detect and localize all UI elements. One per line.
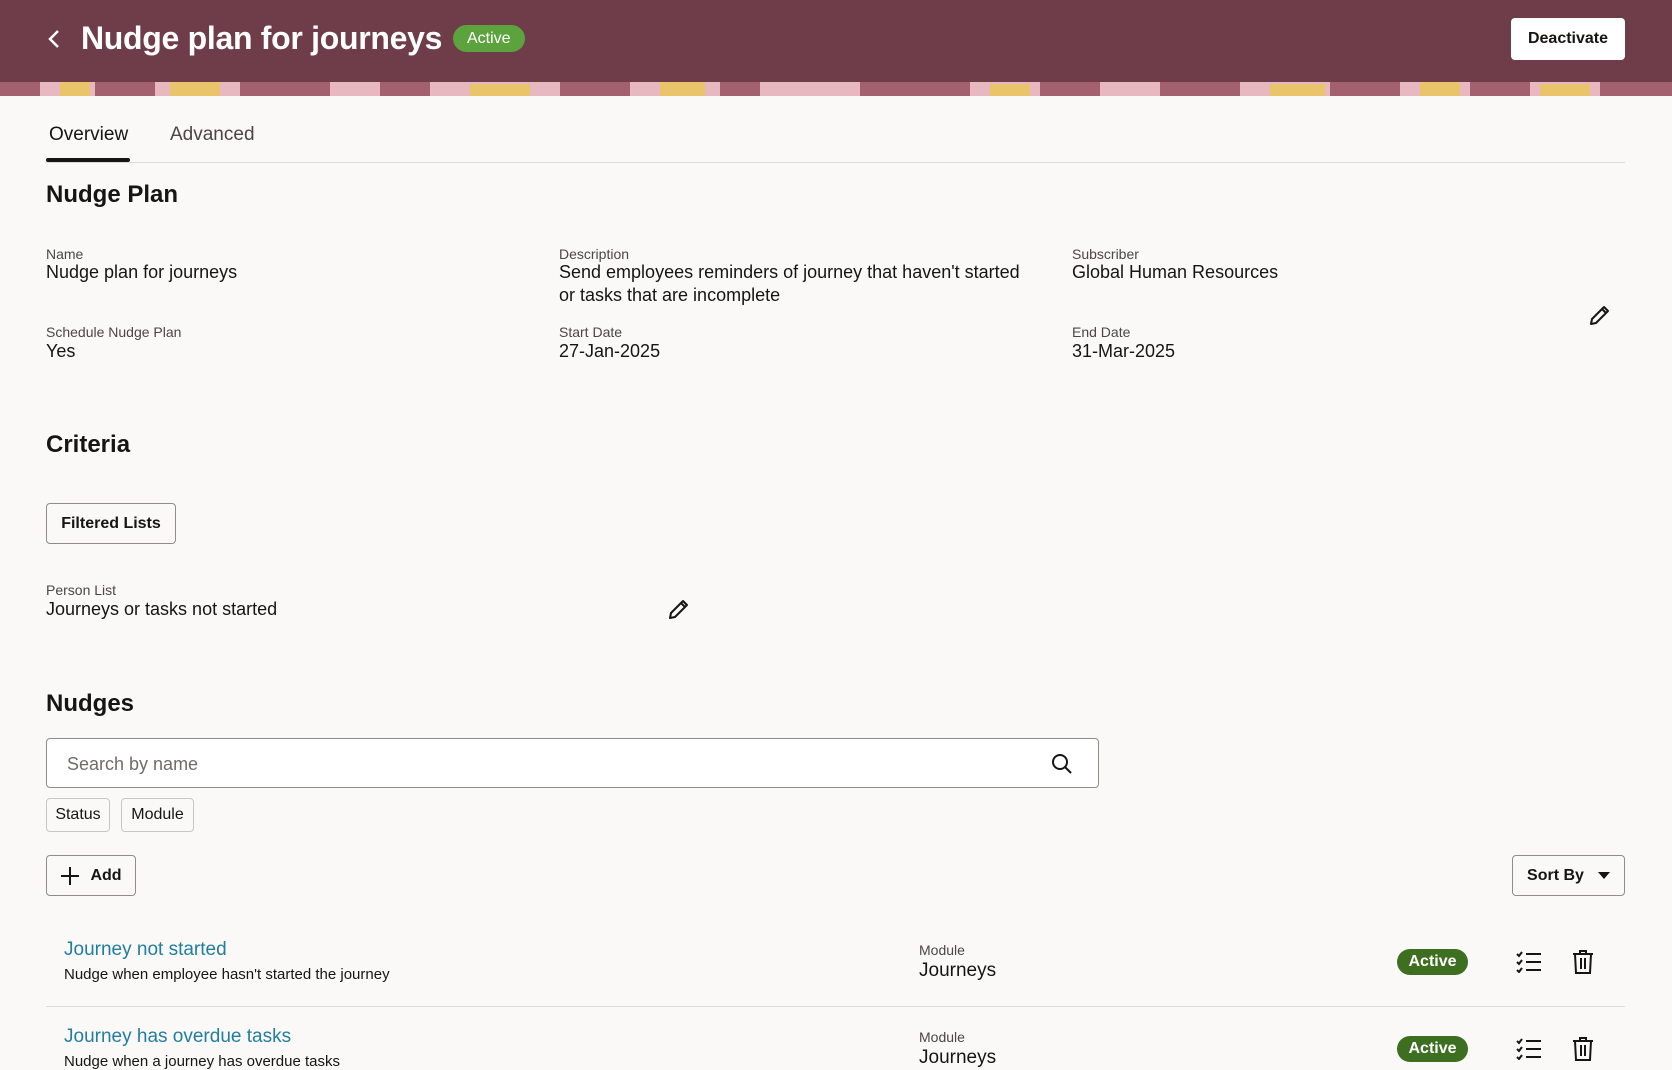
description-label: Description [559,246,630,262]
tab-overview[interactable]: Overview [49,124,128,146]
end-date-value: 31-Mar-2025 [1072,341,1176,361]
add-nudge-button[interactable]: Add [46,855,136,896]
description-value-line2: or tasks that are incomplete [559,285,781,305]
person-list-value: Journeys or tasks not started [46,599,278,619]
search-icon [1052,754,1072,774]
page-header: Nudge plan for journeys Active Deactivat… [0,0,1672,96]
schedule-value: Yes [46,341,76,361]
manage-steps-button[interactable] [1513,946,1545,978]
name-value: Nudge plan for journeys [46,262,238,282]
schedule-label: Schedule Nudge Plan [46,324,182,340]
trash-icon [1573,950,1593,974]
subscriber-value: Global Human Resources [1072,262,1279,282]
pencil-icon [669,600,688,619]
search-button[interactable] [1047,749,1077,779]
delete-button[interactable] [1567,1033,1599,1065]
start-date-value: 27-Jan-2025 [559,341,661,361]
sort-by-label: Sort By [1527,866,1584,884]
header-decorative-pattern [0,82,1672,96]
filter-chip-module[interactable]: Module [121,798,194,832]
search-box [46,738,1099,789]
active-tab-indicator [46,158,130,162]
sort-by-dropdown[interactable]: Sort By [1512,855,1625,896]
checklist-icon [1516,1038,1541,1060]
module-value: Journeys [919,960,997,981]
end-date-label: End Date [1072,324,1131,340]
back-button[interactable] [42,24,66,54]
delete-button[interactable] [1567,946,1599,978]
search-input[interactable] [65,739,1029,789]
name-label: Name [46,246,84,262]
pencil-icon [1590,306,1609,325]
manage-steps-button[interactable] [1513,1033,1545,1065]
filtered-lists-button[interactable]: Filtered Lists [46,503,176,544]
add-label: Add [90,866,122,884]
person-list-label: Person List [46,582,117,598]
module-label: Module [919,1029,965,1045]
nudge-description: Nudge when a journey has overdue tasks [64,1053,341,1070]
module-label: Module [919,942,965,958]
section-title-nudges: Nudges [46,690,135,717]
section-title-nudge-plan: Nudge Plan [46,181,179,208]
status-badge: Active [1397,1036,1468,1062]
status-badge: Active [453,25,525,52]
tabs-divider [46,162,1625,163]
nudge-title-link[interactable]: Journey has overdue tasks [64,1026,291,1048]
deactivate-button[interactable]: Deactivate [1511,18,1625,60]
module-value: Journeys [919,1047,997,1068]
caret-down-icon [1597,871,1610,879]
edit-nudge-plan-button[interactable] [1585,300,1615,330]
nudge-title-link[interactable]: Journey not started [64,939,227,961]
tab-advanced[interactable]: Advanced [170,124,255,146]
page-title: Nudge plan for journeys [81,20,443,56]
trash-icon [1573,1037,1593,1061]
nudge-description: Nudge when employee hasn't started the j… [64,966,390,983]
start-date-label: Start Date [559,324,623,340]
edit-person-list-button[interactable] [664,594,694,624]
chevron-left-icon [48,30,59,48]
status-badge: Active [1397,949,1468,975]
plus-icon [61,866,80,885]
row-divider [46,1006,1625,1007]
subscriber-label: Subscriber [1072,246,1139,262]
checklist-icon [1516,951,1541,973]
filter-chip-status[interactable]: Status [46,798,110,832]
description-value-line1: Send employees reminders of journey that… [559,262,1020,282]
section-title-criteria: Criteria [46,431,131,458]
